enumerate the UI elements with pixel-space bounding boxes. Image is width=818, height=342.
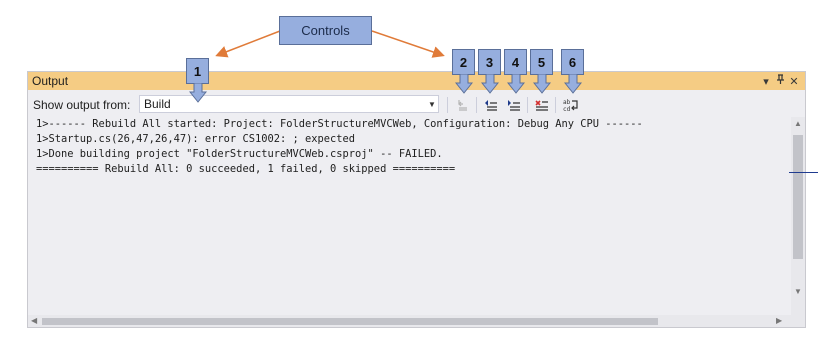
controls-callout-label: Controls — [301, 23, 350, 38]
previous-message-icon[interactable] — [482, 96, 500, 114]
chevron-down-icon[interactable]: ▼ — [426, 100, 438, 109]
callout-3-arrow — [481, 74, 499, 94]
callout-4: 4 — [504, 49, 527, 75]
svg-text:ab: ab — [563, 99, 571, 106]
callout-4-label: 4 — [511, 54, 520, 70]
controls-arrow-left — [215, 30, 281, 58]
callout-5-arrow — [533, 74, 551, 94]
output-window-title: Output — [32, 74, 69, 88]
callout-6: 6 — [561, 49, 584, 75]
clear-all-icon[interactable] — [533, 96, 551, 114]
callout-2-arrow — [455, 74, 473, 94]
output-title-bar: Output ▾ ✕ — [28, 72, 805, 90]
callout-1: 1 — [186, 58, 209, 84]
callout-2: 2 — [452, 49, 475, 75]
toolbar-separator — [527, 97, 528, 113]
window-menu-dropdown-icon[interactable]: ▾ — [759, 75, 773, 88]
output-source-value: Build — [144, 97, 171, 111]
controls-arrow-right — [371, 30, 445, 58]
scroll-down-icon[interactable]: ▼ — [791, 287, 805, 296]
output-line: 1>Startup.cs(26,47,26,47): error CS1002:… — [36, 133, 356, 145]
vertical-scroll-thumb[interactable] — [793, 135, 803, 259]
callout-6-label: 6 — [568, 54, 577, 70]
output-source-dropdown[interactable]: Build ▼ — [139, 95, 439, 113]
callout-5: 5 — [530, 49, 553, 75]
callout-2-label: 2 — [459, 54, 468, 70]
callout-3-label: 3 — [485, 54, 494, 70]
vertical-scrollbar[interactable]: ▲ ▼ — [791, 117, 805, 316]
callout-5-label: 5 — [537, 54, 546, 70]
show-output-from-label: Show output from: — [33, 98, 131, 112]
svg-text:cd: cd — [563, 106, 571, 112]
callout-1-arrow — [189, 83, 207, 103]
output-window: Output ▾ ✕ Show output from: Build ▼ ab c… — [27, 71, 806, 328]
controls-callout: Controls — [279, 16, 372, 45]
scroll-left-icon[interactable]: ◀ — [31, 315, 37, 327]
pin-icon[interactable] — [773, 74, 787, 88]
output-text-area[interactable]: 1>------ Rebuild All started: Project: F… — [28, 117, 791, 316]
output-line: ========== Rebuild All: 0 succeeded, 1 f… — [36, 163, 456, 175]
output-line: 1>------ Rebuild All started: Project: F… — [36, 118, 643, 130]
go-to-line-icon[interactable] — [454, 96, 472, 114]
toolbar-separator — [476, 97, 477, 113]
toolbar-separator — [555, 97, 556, 113]
horizontal-scroll-thumb[interactable] — [42, 318, 658, 325]
callout-4-arrow — [507, 74, 525, 94]
output-toolbar: Show output from: Build ▼ ab cd — [28, 95, 805, 115]
scroll-up-icon[interactable]: ▲ — [791, 119, 805, 128]
scroll-right-icon[interactable]: ▶ — [776, 315, 782, 327]
next-message-icon[interactable] — [505, 96, 523, 114]
callout-1-label: 1 — [193, 63, 202, 79]
horizontal-scrollbar[interactable]: ◀ ▶ — [28, 315, 805, 327]
callout-3: 3 — [478, 49, 501, 75]
close-icon[interactable]: ✕ — [787, 75, 801, 88]
editor-edge-line — [789, 172, 818, 173]
toggle-word-wrap-icon[interactable]: ab cd — [562, 96, 580, 114]
toolbar-separator — [447, 97, 448, 113]
callout-6-arrow — [564, 74, 582, 94]
output-line: 1>Done building project "FolderStructure… — [36, 148, 443, 160]
